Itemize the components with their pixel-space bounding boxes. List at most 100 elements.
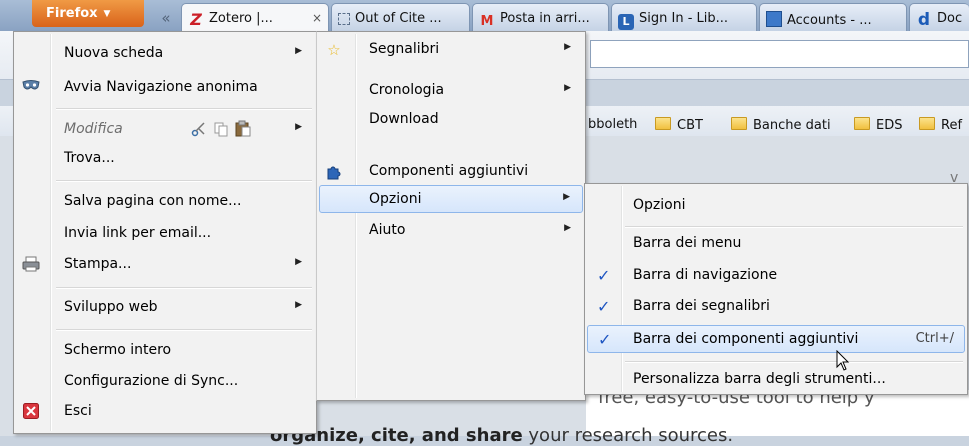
menu-item-navigation-bar[interactable]: ✓ Barra di navigazione bbox=[587, 262, 965, 290]
menu-item-edit[interactable]: Modifica ▶ bbox=[16, 116, 314, 144]
copy-icon[interactable] bbox=[213, 121, 229, 141]
printer-icon bbox=[22, 256, 40, 274]
menu-item-bookmarks[interactable]: ☆ Segnalibri ▶ bbox=[319, 36, 583, 64]
menu-item-label: Aiuto bbox=[369, 222, 406, 238]
menu-item-label: Avvia Navigazione anonima bbox=[64, 79, 258, 95]
cut-icon[interactable] bbox=[191, 121, 207, 141]
bookmark-label: Banche dati bbox=[753, 118, 831, 133]
menu-item-label: Esci bbox=[64, 403, 92, 419]
menu-item-label: Salva pagina con nome... bbox=[64, 193, 242, 209]
firefox-app-menu-left: Nuova scheda ▶ Avvia Navigazione anonima … bbox=[13, 31, 317, 434]
menu-separator bbox=[625, 361, 963, 363]
menu-item-label: Opzioni bbox=[633, 197, 686, 213]
checkmark-icon: ✓ bbox=[598, 330, 612, 349]
menu-item-menu-bar[interactable]: Barra dei menu bbox=[587, 230, 965, 258]
accounts-icon bbox=[766, 11, 782, 27]
firefox-app-menu-right: ☆ Segnalibri ▶ Cronologia ▶ Download Compo… bbox=[316, 31, 586, 401]
submenu-arrow-icon: ▶ bbox=[563, 192, 570, 202]
menu-item-options[interactable]: Opzioni ▶ bbox=[319, 185, 583, 213]
menu-item-new-tab[interactable]: Nuova scheda ▶ bbox=[16, 40, 314, 68]
tab-zotero[interactable]: Z Zotero |... × bbox=[181, 3, 329, 31]
address-bar[interactable] bbox=[590, 40, 969, 68]
mask-icon bbox=[22, 79, 40, 97]
menu-item-print[interactable]: Stampa... ▶ bbox=[16, 251, 314, 279]
bookmark-folder-eds[interactable]: EDS bbox=[854, 117, 902, 133]
menu-item-label: Trova... bbox=[64, 150, 115, 166]
folder-icon bbox=[919, 117, 935, 130]
menu-item-private-browsing[interactable]: Avvia Navigazione anonima bbox=[16, 74, 314, 102]
menu-item-addons[interactable]: Componenti aggiuntivi bbox=[319, 158, 583, 186]
menu-separator bbox=[56, 180, 312, 182]
bookmark-folder-banche-dati[interactable]: Banche dati bbox=[731, 117, 831, 133]
paste-icon[interactable] bbox=[235, 120, 251, 141]
menu-item-sync[interactable]: Configurazione di Sync... bbox=[16, 368, 314, 396]
tab-gmail[interactable]: M Posta in arri... bbox=[472, 3, 609, 31]
checkmark-icon: ✓ bbox=[597, 266, 611, 285]
menu-item-web-developer[interactable]: Sviluppo web ▶ bbox=[16, 294, 314, 322]
menu-item-email-link[interactable]: Invia link per email... bbox=[16, 220, 314, 248]
menu-item-downloads[interactable]: Download bbox=[319, 106, 583, 134]
bookmark-label: EDS bbox=[876, 118, 903, 133]
firefox-menu-button[interactable]: Firefox ▼ bbox=[32, 0, 144, 27]
menu-item-exit[interactable]: Esci bbox=[16, 398, 314, 426]
menu-item-label: Componenti aggiuntivi bbox=[369, 163, 529, 179]
menu-item-label: Modifica bbox=[64, 121, 123, 137]
checkmark-icon: ✓ bbox=[597, 297, 611, 316]
menu-item-label: Sviluppo web bbox=[64, 299, 158, 315]
menu-item-fullscreen[interactable]: Schermo intero bbox=[16, 337, 314, 365]
folder-icon bbox=[854, 117, 870, 130]
tab-scroll-left-icon[interactable]: « bbox=[152, 9, 180, 29]
menu-item-shortcut: Ctrl+/ bbox=[915, 331, 954, 346]
menu-separator bbox=[625, 226, 963, 228]
submenu-arrow-icon: ▶ bbox=[564, 223, 571, 233]
tab-bar: Firefox ▼ « Z Zotero |... × Out of Cite ..… bbox=[0, 0, 969, 31]
tab-label: Posta in arri... bbox=[500, 11, 590, 26]
menu-item-label: Barra dei menu bbox=[633, 235, 742, 251]
menu-item-label: Opzioni bbox=[369, 191, 422, 207]
blank-page-icon bbox=[338, 13, 350, 25]
tab-label: Sign In - Lib... bbox=[639, 11, 729, 26]
tab-label: Zotero |... bbox=[209, 11, 273, 26]
doc-icon: d bbox=[917, 10, 931, 30]
menu-item-label: Invia link per email... bbox=[64, 225, 212, 241]
submenu-arrow-icon: ▶ bbox=[295, 46, 302, 56]
tab-accounts[interactable]: Accounts - ... bbox=[759, 3, 907, 31]
tab-label: Doc bbox=[937, 11, 963, 26]
menu-item-customize-toolbar[interactable]: Personalizza barra degli strumenti... bbox=[587, 366, 965, 394]
menu-item-label: Schermo intero bbox=[64, 342, 172, 358]
options-submenu: Opzioni Barra dei menu ✓ Barra di navigaz… bbox=[584, 183, 968, 395]
star-icon: ☆ bbox=[327, 41, 341, 59]
mouse-cursor-icon bbox=[836, 349, 850, 376]
menu-item-label: Segnalibri bbox=[369, 41, 440, 57]
menu-item-addons-bar[interactable]: ✓ Barra dei componenti aggiuntivi Ctrl+/ bbox=[587, 325, 965, 353]
menu-item-label: Configurazione di Sync... bbox=[64, 373, 239, 389]
menu-item-save-page[interactable]: Salva pagina con nome... bbox=[16, 188, 314, 216]
bookmark-label: Ref bbox=[941, 118, 963, 133]
bookmark-item-partial[interactable]: bboleth bbox=[588, 117, 637, 132]
submenu-arrow-icon: ▶ bbox=[295, 257, 302, 267]
firefox-button-label: Firefox bbox=[46, 6, 98, 21]
menu-item-options-dialog[interactable]: Opzioni bbox=[587, 192, 965, 220]
tab-close-icon[interactable]: × bbox=[312, 11, 322, 25]
exit-icon bbox=[22, 403, 40, 421]
submenu-arrow-icon: ▶ bbox=[564, 42, 571, 52]
menu-item-find[interactable]: Trova... bbox=[16, 145, 314, 173]
bookmark-label: CBT bbox=[677, 118, 703, 133]
menu-item-help[interactable]: Aiuto ▶ bbox=[319, 217, 583, 245]
bookmark-folder-cbt[interactable]: CBT bbox=[655, 117, 703, 133]
tab-out-of-cite[interactable]: Out of Cite ... bbox=[331, 3, 470, 31]
menu-item-label: Barra dei segnalibri bbox=[633, 298, 770, 314]
tab-label: Accounts - ... bbox=[787, 13, 872, 28]
menu-item-history[interactable]: Cronologia ▶ bbox=[319, 77, 583, 105]
folder-icon bbox=[655, 117, 671, 130]
tab-label: Out of Cite ... bbox=[355, 11, 442, 26]
menu-item-label: Barra di navigazione bbox=[633, 267, 778, 283]
menu-item-label: Stampa... bbox=[64, 256, 132, 272]
submenu-arrow-icon: ▶ bbox=[295, 300, 302, 310]
puzzle-piece-icon bbox=[325, 163, 343, 181]
tab-sign-in[interactable]: L Sign In - Lib... bbox=[611, 3, 757, 31]
menu-item-bookmarks-bar[interactable]: ✓ Barra dei segnalibri bbox=[587, 293, 965, 321]
bookmark-folder-ref[interactable]: Ref bbox=[919, 117, 962, 133]
tab-doc[interactable]: d Doc bbox=[909, 3, 969, 31]
menu-separator bbox=[56, 108, 312, 110]
